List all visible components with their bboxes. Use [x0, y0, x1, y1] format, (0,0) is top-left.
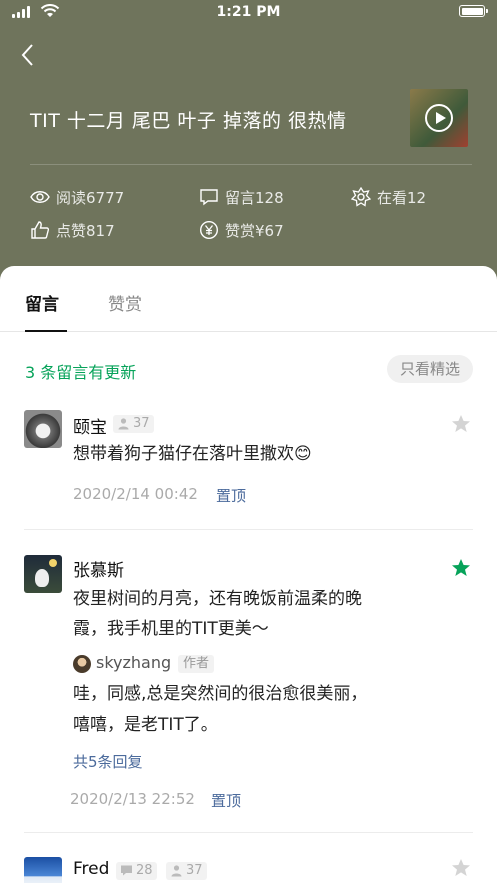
badge-count: 37: [186, 863, 203, 878]
comment-text-line: 夜里树间的月亮，还有晚饭前温柔的晚: [73, 589, 362, 609]
reply-text-line: 嘻嘻，是老TIT了。: [73, 715, 218, 735]
comment-date: 2020/2/14 00:42: [73, 485, 198, 503]
stat-likes-label: 点赞817: [56, 221, 115, 240]
view-replies-link[interactable]: 共5条回复: [73, 751, 143, 772]
flower-icon: [351, 187, 371, 207]
eye-icon: [30, 191, 50, 203]
play-icon: [425, 104, 453, 132]
follower-badge: 37: [113, 415, 154, 433]
author-reply-text: 哇，同感,总是突然间的很治愈很美丽， 嘻嘻，是老TIT了。: [73, 679, 433, 741]
star-icon[interactable]: [451, 858, 471, 878]
status-bar: 1:21 PM: [0, 0, 497, 26]
article-title: TIT 十二月 尾巴 叶子 掉落的 很热情: [30, 110, 347, 132]
featured-only-button[interactable]: 只看精选: [387, 355, 473, 383]
author-tag: 作者: [178, 655, 215, 673]
comment-text-line: 霞，我手机里的TIT更美～: [73, 619, 269, 639]
avatar[interactable]: [24, 410, 62, 448]
article-header: 1:21 PM TIT 十二月 尾巴 叶子 掉落的 很热情 阅读6777 留言1…: [0, 0, 497, 300]
tab-tips[interactable]: 赞赏: [108, 290, 142, 315]
stat-reads-label: 阅读6777: [56, 188, 125, 207]
avatar[interactable]: [24, 555, 62, 593]
user-icon: [171, 865, 182, 877]
stat-comments-label: 留言128: [225, 188, 284, 207]
comment-date: 2020/2/13 22:52: [70, 790, 195, 808]
comment-count-badge: 28: [116, 862, 157, 880]
stat-likes[interactable]: 点赞817: [30, 219, 115, 241]
stat-reads: 阅读6777: [30, 186, 124, 208]
comment-icon: [121, 865, 132, 876]
stat-watching-label: 在看12: [377, 188, 427, 207]
yen-coin-icon: [199, 220, 219, 240]
star-icon[interactable]: [451, 558, 471, 578]
comment-text: 想带着狗子猫仔在落叶里撒欢😊: [73, 440, 433, 468]
user-icon: [118, 418, 129, 430]
follower-badge: 37: [166, 862, 207, 880]
badge-count: 37: [133, 416, 150, 431]
tab-bar: 留言 赞赏: [0, 266, 497, 332]
divider: [24, 529, 473, 530]
status-time: 1:21 PM: [216, 4, 281, 20]
author-avatar: [73, 655, 91, 673]
divider: [30, 164, 472, 165]
commenter-name[interactable]: Fred: [73, 859, 109, 879]
avatar[interactable]: [24, 857, 62, 883]
commenter-name[interactable]: 张慕斯: [73, 556, 124, 581]
thumbs-up-icon: [31, 221, 50, 239]
comment-text: 夜里树间的月亮，还有晚饭前温柔的晚 霞，我手机里的TIT更美～: [73, 584, 433, 644]
video-thumbnail[interactable]: [410, 89, 468, 147]
back-chevron-icon[interactable]: [18, 42, 38, 68]
smile-emoji: 😊: [294, 444, 312, 464]
stat-tips-label: 赞赏¥67: [225, 221, 284, 240]
comments-sheet: 留言 赞赏 3 条留言有更新 只看精选 颐宝 37 想带着狗子猫仔在落叶里撒欢😊…: [0, 266, 497, 883]
stat-watching[interactable]: 在看12: [351, 186, 426, 208]
stat-comments[interactable]: 留言128: [199, 186, 284, 208]
badge-count: 28: [136, 863, 153, 878]
divider: [24, 832, 473, 833]
pin-button[interactable]: 置顶: [211, 790, 241, 811]
battery-icon: [459, 5, 488, 17]
commenter-name[interactable]: 颐宝: [73, 413, 107, 438]
comment-text-body: 想带着狗子猫仔在落叶里撒欢: [73, 444, 294, 464]
updates-notice[interactable]: 3 条留言有更新: [25, 359, 136, 383]
author-name: skyzhang: [96, 653, 172, 672]
reply-text-line: 哇，同感,总是突然间的很治愈很美丽，: [73, 684, 368, 704]
tab-comments[interactable]: 留言: [25, 290, 59, 315]
stat-tips[interactable]: 赞赏¥67: [199, 219, 284, 241]
star-icon[interactable]: [451, 414, 471, 434]
tab-active-indicator: [25, 330, 67, 332]
pin-button[interactable]: 置顶: [216, 485, 246, 506]
comment-icon: [200, 189, 218, 206]
